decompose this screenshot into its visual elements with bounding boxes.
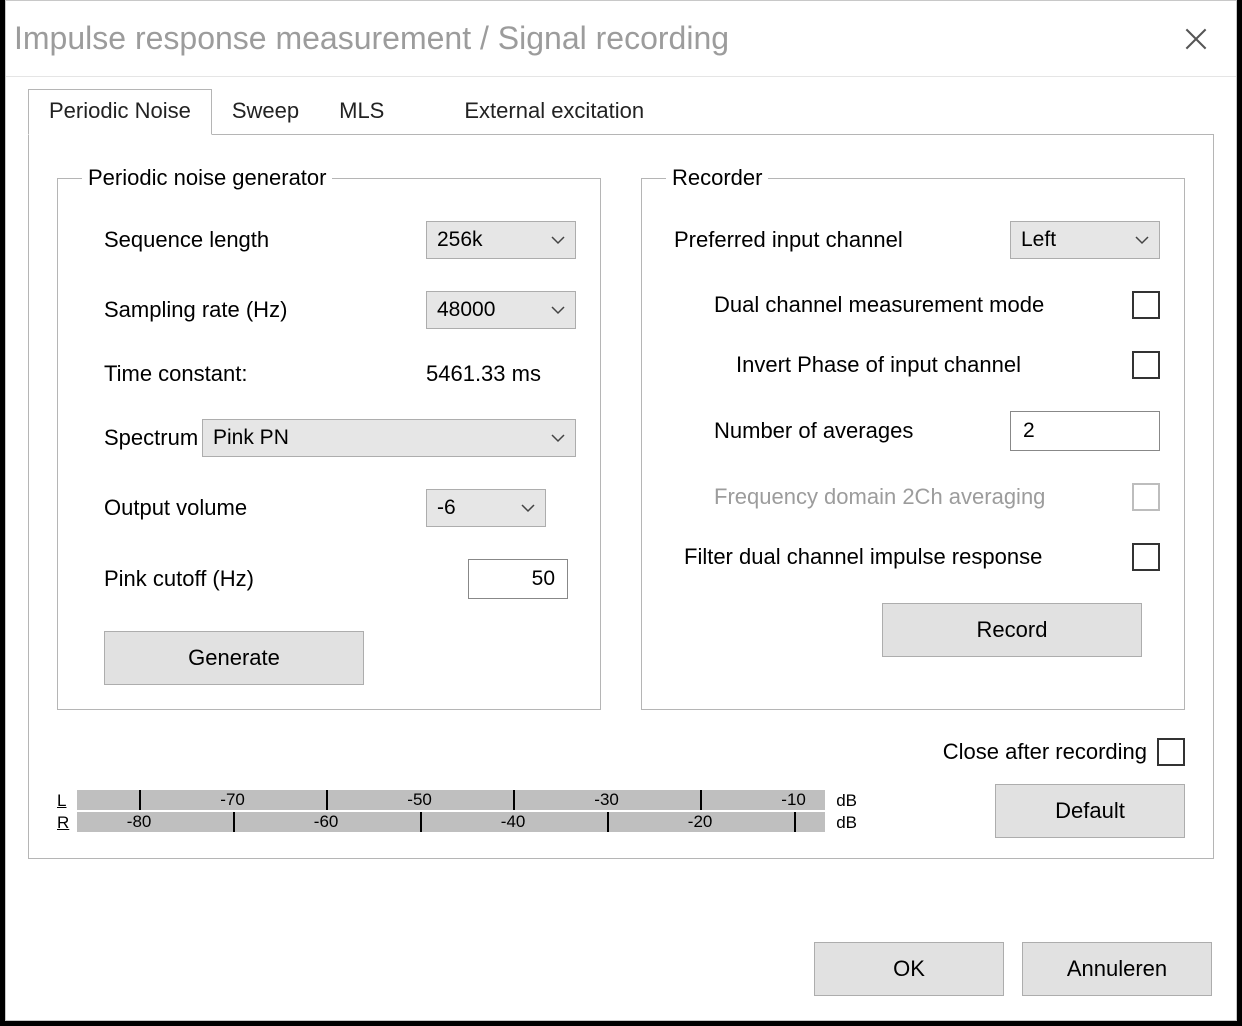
periodic-noise-generator-group: Periodic noise generator Sequence length…	[57, 165, 601, 710]
dialog-buttons: OK Annuleren	[6, 924, 1236, 1020]
sampling-rate-value: 48000	[427, 298, 541, 322]
dialog: Impulse response measurement / Signal re…	[5, 0, 1237, 1021]
tab-mls[interactable]: MLS	[319, 90, 404, 134]
tab-external-excitation[interactable]: External excitation	[444, 90, 664, 134]
pink-cutoff-input[interactable]: 50	[468, 559, 568, 599]
sequence-length-combo[interactable]: 256k	[426, 221, 576, 259]
chevron-down-icon	[541, 433, 575, 443]
time-constant-value: 5461.33 ms	[426, 361, 576, 387]
dual-channel-label: Dual channel measurement mode	[666, 292, 1132, 318]
time-constant-label: Time constant:	[82, 361, 426, 387]
tab-page-periodic-noise: Periodic noise generator Sequence length…	[28, 134, 1214, 859]
bottom-row: L -70 -50 -30 -10 dB	[57, 784, 1185, 838]
dual-channel-checkbox[interactable]	[1132, 291, 1160, 319]
record-button[interactable]: Record	[882, 603, 1142, 657]
client-area: Periodic Noise Sweep MLS External excita…	[6, 77, 1236, 924]
num-averages-input[interactable]: 2	[1010, 411, 1160, 451]
tab-periodic-noise[interactable]: Periodic Noise	[28, 89, 212, 135]
num-averages-value: 2	[1023, 419, 1035, 443]
chevron-down-icon	[511, 503, 545, 513]
close-after-label: Close after recording	[943, 739, 1147, 765]
recorder-group: Recorder Preferred input channel Left Du…	[641, 165, 1185, 710]
meter-unit-l: dB	[829, 792, 857, 809]
columns: Periodic noise generator Sequence length…	[57, 165, 1185, 710]
preferred-input-value: Left	[1011, 228, 1125, 252]
sampling-rate-combo[interactable]: 48000	[426, 291, 576, 329]
sequence-length-value: 256k	[427, 228, 541, 252]
recorder-legend: Recorder	[666, 165, 768, 191]
invert-phase-checkbox[interactable]	[1132, 351, 1160, 379]
chevron-down-icon	[541, 305, 575, 315]
meter-channel-r: R	[57, 814, 73, 831]
pink-cutoff-label: Pink cutoff (Hz)	[82, 566, 468, 592]
filter-dual-checkbox[interactable]	[1132, 543, 1160, 571]
filter-dual-label: Filter dual channel impulse response	[666, 544, 1132, 570]
num-averages-label: Number of averages	[666, 418, 1010, 444]
freq-domain-checkbox	[1132, 483, 1160, 511]
tab-sweep[interactable]: Sweep	[212, 90, 319, 134]
close-after-checkbox[interactable]	[1157, 738, 1185, 766]
close-after-row: Close after recording	[57, 738, 1185, 766]
window-title: Impulse response measurement / Signal re…	[14, 20, 729, 57]
preferred-input-label: Preferred input channel	[666, 227, 1010, 253]
title-bar: Impulse response measurement / Signal re…	[6, 1, 1236, 77]
output-volume-value: -6	[427, 496, 511, 520]
tab-strip: Periodic Noise Sweep MLS External excita…	[28, 89, 1214, 134]
ok-button[interactable]: OK	[814, 942, 1004, 996]
preferred-input-combo[interactable]: Left	[1010, 221, 1160, 259]
chevron-down-icon	[1125, 235, 1159, 245]
sampling-rate-label: Sampling rate (Hz)	[82, 297, 426, 323]
output-volume-combo[interactable]: -6	[426, 489, 546, 527]
pink-cutoff-value: 50	[532, 567, 555, 591]
meter-bar-r: -80 -60 -40 -20	[77, 812, 825, 832]
meter-bar-l: -70 -50 -30 -10	[77, 790, 825, 810]
output-volume-label: Output volume	[82, 495, 426, 521]
default-button[interactable]: Default	[995, 784, 1185, 838]
freq-domain-label: Frequency domain 2Ch averaging	[666, 484, 1132, 510]
level-meter: L -70 -50 -30 -10 dB	[57, 789, 857, 833]
close-button[interactable]	[1176, 19, 1216, 59]
generate-button[interactable]: Generate	[104, 631, 364, 685]
spectrum-label: Spectrum	[82, 425, 202, 451]
generator-legend: Periodic noise generator	[82, 165, 332, 191]
spectrum-value: Pink PN	[203, 426, 541, 450]
close-icon	[1185, 28, 1207, 50]
chevron-down-icon	[541, 235, 575, 245]
spectrum-combo[interactable]: Pink PN	[202, 419, 576, 457]
cancel-button[interactable]: Annuleren	[1022, 942, 1212, 996]
meter-unit-r: dB	[829, 814, 857, 831]
meter-channel-l: L	[57, 792, 73, 809]
sequence-length-label: Sequence length	[82, 227, 426, 253]
invert-phase-label: Invert Phase of input channel	[666, 352, 1132, 378]
